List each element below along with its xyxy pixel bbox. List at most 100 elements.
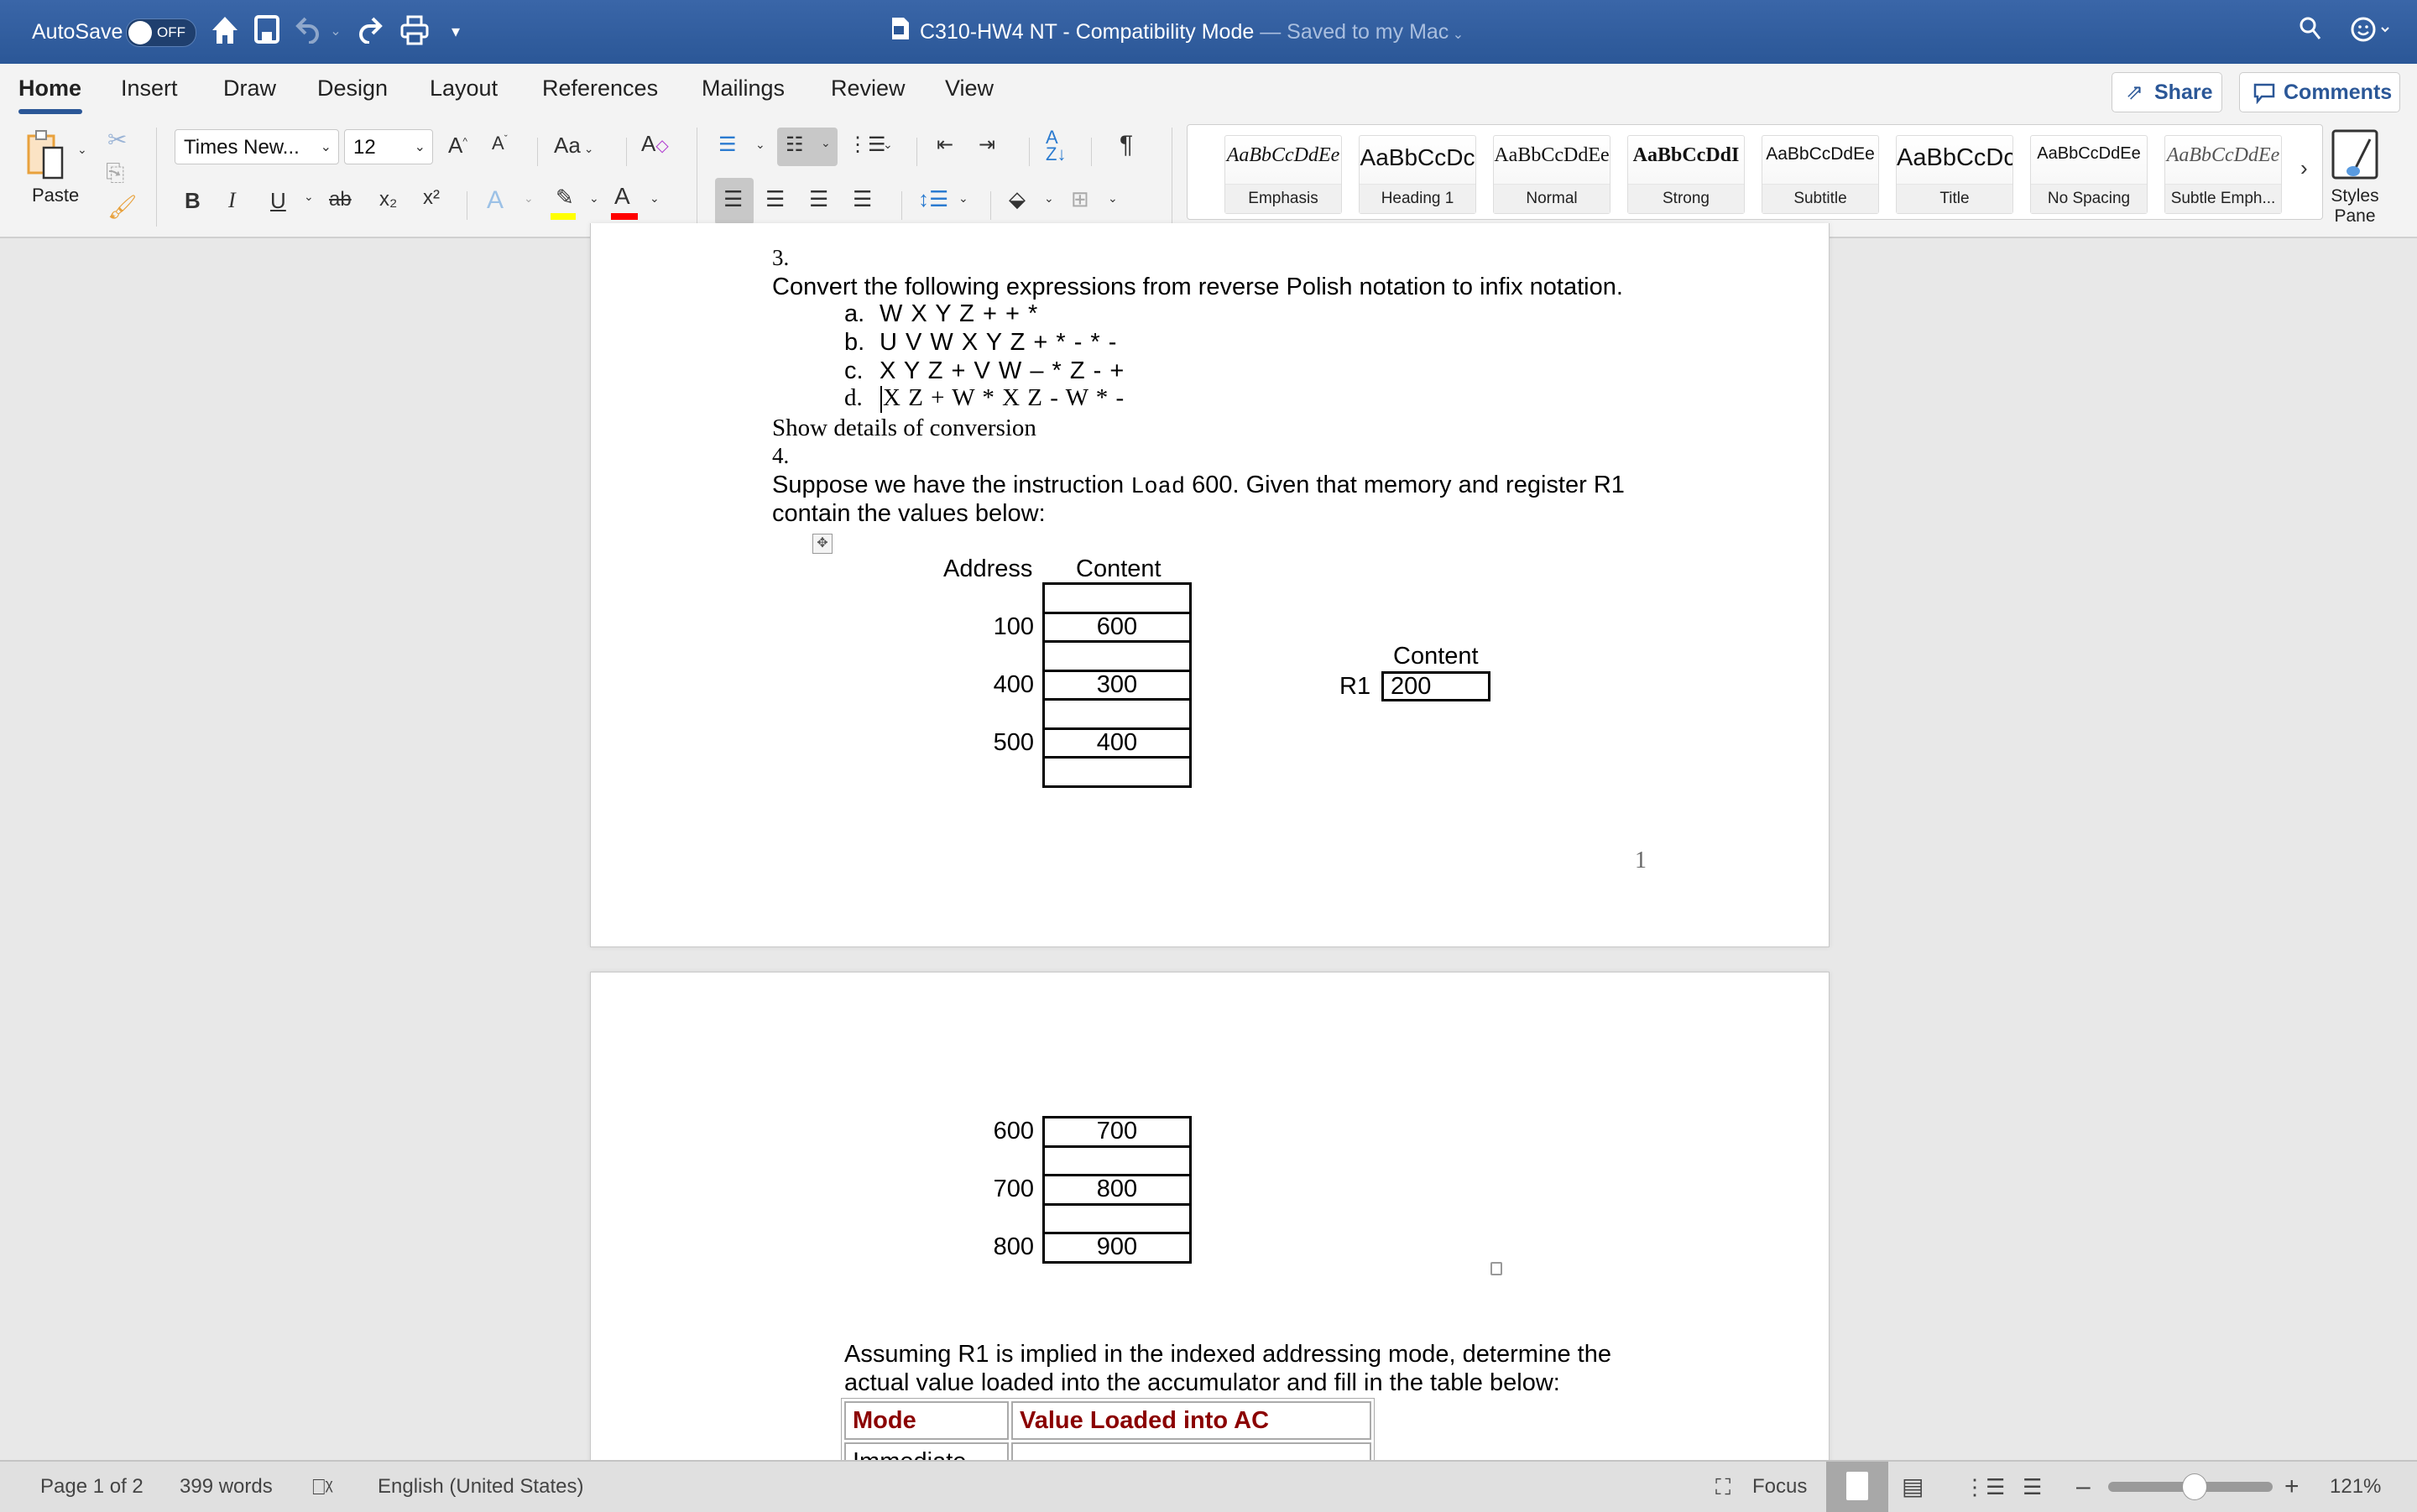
autosave-toggle[interactable]: OFF bbox=[126, 18, 196, 47]
print-icon[interactable] bbox=[399, 15, 430, 49]
copy-icon[interactable]: ⎘ bbox=[106, 159, 124, 187]
tab-insert[interactable]: Insert bbox=[121, 76, 178, 102]
superscript-button[interactable]: x² bbox=[423, 186, 440, 210]
proofing-icon[interactable]: ⎕ᵡ bbox=[312, 1462, 333, 1512]
anchor-handle-icon[interactable] bbox=[1490, 1262, 1502, 1275]
print-layout-view-button[interactable] bbox=[1826, 1462, 1888, 1512]
undo-dropdown-icon[interactable]: ⌄ bbox=[329, 15, 342, 49]
redo-icon[interactable] bbox=[356, 15, 383, 49]
highlight-icon[interactable]: ✎ bbox=[551, 185, 581, 222]
multilevel-list-icon[interactable]: ⋮☰ bbox=[848, 133, 886, 157]
chevron-down-icon[interactable]: ⌄ bbox=[883, 138, 893, 152]
change-case-button[interactable]: Aa ⌄ bbox=[554, 133, 593, 159]
chevron-down-icon[interactable]: ⌄ bbox=[589, 191, 599, 206]
zoom-in-button[interactable]: + bbox=[2284, 1462, 2300, 1512]
clear-formatting-icon[interactable]: A◇ bbox=[641, 131, 669, 157]
styles-pane-label[interactable]: Styles Pane bbox=[2326, 186, 2383, 227]
numbering-button-active[interactable]: ☷ ⌄ bbox=[777, 128, 838, 166]
chevron-down-icon[interactable]: ⌄ bbox=[650, 191, 660, 206]
save-icon[interactable] bbox=[253, 15, 280, 49]
table-move-handle-icon[interactable]: ✥ bbox=[812, 534, 833, 554]
style-subtle-emphasis[interactable]: AaBbCcDdEe Subtle Emph... bbox=[2164, 135, 2282, 214]
comments-label: Comments bbox=[2284, 81, 2393, 104]
style-normal[interactable]: AaBbCcDdEe Normal bbox=[1493, 135, 1610, 214]
document-page-1[interactable] bbox=[590, 223, 1830, 947]
tab-mailings[interactable]: Mailings bbox=[702, 76, 785, 102]
grow-font-icon[interactable]: A^ bbox=[448, 133, 467, 159]
print-layout-icon bbox=[1846, 1472, 1868, 1500]
paste-icon[interactable] bbox=[25, 128, 64, 180]
underline-dropdown-icon[interactable]: ⌄ bbox=[304, 190, 314, 204]
chevron-down-icon[interactable]: ⌄ bbox=[1044, 191, 1054, 206]
style-emphasis[interactable]: AaBbCcDdEe Emphasis bbox=[1224, 135, 1342, 214]
shading-icon[interactable]: ⬙ bbox=[1009, 186, 1026, 212]
bold-button[interactable]: B bbox=[185, 188, 201, 214]
home-icon[interactable] bbox=[210, 15, 240, 49]
zoom-slider-knob[interactable] bbox=[2181, 1473, 2207, 1500]
style-no-spacing[interactable]: AaBbCcDdEe No Spacing bbox=[2030, 135, 2148, 214]
style-preview: AaBbCcDdEe bbox=[2037, 144, 2141, 163]
tab-design[interactable]: Design bbox=[317, 76, 388, 102]
paste-dropdown-icon[interactable]: ⌄ bbox=[77, 143, 87, 157]
show-formatting-marks-button[interactable]: ¶ bbox=[1120, 131, 1133, 159]
page-count[interactable]: Page 1 of 2 bbox=[40, 1462, 144, 1512]
underline-button[interactable]: U bbox=[270, 188, 286, 214]
web-layout-view-icon[interactable]: ▤ bbox=[1902, 1462, 1924, 1512]
font-name-combo[interactable]: Times New... ⌄ bbox=[175, 129, 339, 164]
styles-gallery: AaBbCcDdEe Emphasis AaBbCcDc Heading 1 AaB… bbox=[1187, 124, 2323, 220]
chevron-down-icon[interactable]: ⌄ bbox=[1108, 191, 1118, 206]
feedback-smiley-icon[interactable] bbox=[2350, 15, 2392, 49]
style-subtitle[interactable]: AaBbCcDdEe Subtitle bbox=[1762, 135, 1879, 214]
align-right-icon[interactable]: ☰ bbox=[809, 186, 828, 212]
customize-toolbar-icon[interactable]: ▾ bbox=[445, 15, 467, 49]
zoom-out-button[interactable]: – bbox=[2076, 1462, 2091, 1512]
text-effects-icon[interactable]: A bbox=[487, 186, 504, 215]
justify-icon[interactable]: ☰ bbox=[853, 186, 872, 212]
chevron-down-icon[interactable]: ⌄ bbox=[958, 191, 968, 206]
format-painter-icon[interactable]: 🖌 bbox=[107, 193, 138, 221]
subscript-button[interactable]: x₂ bbox=[379, 188, 397, 211]
tab-references[interactable]: References bbox=[542, 76, 658, 102]
sort-icon[interactable]: A Z↓ bbox=[1046, 128, 1066, 164]
tab-layout[interactable]: Layout bbox=[430, 76, 498, 102]
font-size-value: 12 bbox=[353, 136, 376, 159]
undo-icon[interactable] bbox=[295, 15, 321, 49]
chevron-down-icon[interactable]: ⌄ bbox=[755, 138, 765, 152]
cut-icon[interactable]: ✂ bbox=[107, 126, 127, 154]
shrink-font-icon[interactable]: Aˇ bbox=[492, 133, 508, 154]
align-center-icon[interactable]: ☰ bbox=[765, 186, 785, 212]
tab-review[interactable]: Review bbox=[831, 76, 906, 102]
tab-draw[interactable]: Draw bbox=[223, 76, 276, 102]
italic-button[interactable]: I bbox=[228, 188, 236, 213]
comments-button[interactable]: Comments bbox=[2239, 72, 2400, 112]
style-heading-1[interactable]: AaBbCcDc Heading 1 bbox=[1359, 135, 1476, 214]
bullets-icon[interactable]: ☰ bbox=[718, 133, 737, 157]
style-name: Emphasis bbox=[1225, 184, 1341, 213]
language[interactable]: English (United States) bbox=[378, 1462, 583, 1512]
focus-button[interactable]: Focus bbox=[1752, 1462, 1807, 1512]
zoom-level[interactable]: 121% bbox=[2330, 1462, 2381, 1512]
borders-icon[interactable]: ⊞ bbox=[1071, 186, 1089, 212]
styles-pane-icon[interactable] bbox=[2330, 128, 2380, 181]
style-strong[interactable]: AaBbCcDdI Strong bbox=[1627, 135, 1745, 214]
share-button[interactable]: ⇗ Share bbox=[2112, 72, 2222, 112]
font-size-combo[interactable]: 12 ⌄ bbox=[344, 129, 433, 164]
word-count[interactable]: 399 words bbox=[180, 1462, 273, 1512]
zoom-slider[interactable] bbox=[2108, 1473, 2273, 1500]
chevron-down-icon[interactable]: ⌄ bbox=[524, 191, 534, 206]
memory-content-cell bbox=[1042, 1144, 1192, 1176]
align-left-button-active[interactable]: ☰ bbox=[715, 178, 754, 225]
decrease-indent-icon[interactable]: ⇤ bbox=[937, 133, 953, 157]
tab-view[interactable]: View bbox=[945, 76, 994, 102]
gallery-next-icon[interactable]: › bbox=[2300, 155, 2308, 181]
line-spacing-icon[interactable]: ↕☰ bbox=[918, 186, 948, 212]
increase-indent-icon[interactable]: ⇥ bbox=[979, 133, 995, 157]
draft-view-icon[interactable]: ☰ bbox=[2023, 1462, 2042, 1512]
font-color-icon[interactable]: A bbox=[611, 183, 641, 222]
style-title[interactable]: AaBbCcDc Title bbox=[1896, 135, 2013, 214]
memory-content-cell: 400 bbox=[1042, 727, 1192, 759]
search-icon[interactable] bbox=[2298, 15, 2323, 49]
tab-home[interactable]: Home bbox=[18, 76, 81, 102]
outline-view-icon[interactable]: ⋮☰ bbox=[1964, 1462, 2005, 1512]
strikethrough-button[interactable]: ab bbox=[329, 188, 352, 211]
